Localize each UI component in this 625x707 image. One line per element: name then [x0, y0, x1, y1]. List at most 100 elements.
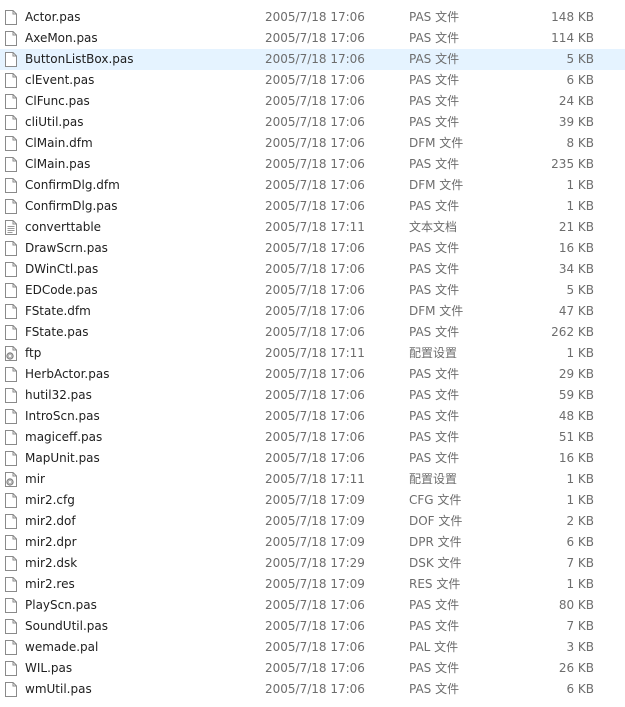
file-icon: [5, 136, 17, 151]
file-row[interactable]: ButtonListBox.pas 2005/7/18 17:06 PAS 文件 5 …: [0, 49, 625, 70]
file-icon: [5, 199, 17, 214]
file-name: wemade.pal: [25, 640, 99, 654]
file-icon: [5, 115, 17, 130]
file-row[interactable]: mir2.res 2005/7/18 17:09 RES 文件 1 KB: [0, 574, 625, 595]
file-size: 2 KB: [566, 514, 594, 528]
file-row[interactable]: PlayScn.pas 2005/7/18 17:06 PAS 文件 80 KB: [0, 595, 625, 616]
file-name: cliUtil.pas: [25, 115, 84, 129]
file-type: PAS 文件: [409, 451, 460, 465]
file-type: PAS 文件: [409, 199, 460, 213]
file-size: 47 KB: [558, 304, 594, 318]
file-row[interactable]: wmUtil.pas 2005/7/18 17:06 PAS 文件 6 KB: [0, 679, 625, 700]
file-row[interactable]: cliUtil.pas 2005/7/18 17:06 PAS 文件 39 KB: [0, 112, 625, 133]
file-row[interactable]: ClFunc.pas 2005/7/18 17:06 PAS 文件 24 KB: [0, 91, 625, 112]
file-icon: [5, 94, 17, 109]
file-name: ClMain.dfm: [25, 136, 93, 150]
file-size: 1 KB: [566, 493, 594, 507]
file-size: 8 KB: [566, 136, 594, 150]
file-row[interactable]: magiceff.pas 2005/7/18 17:06 PAS 文件 51 KB: [0, 427, 625, 448]
file-row[interactable]: ConfirmDlg.dfm 2005/7/18 17:06 DFM 文件 1 KB: [0, 175, 625, 196]
file-name: clEvent.pas: [25, 73, 95, 87]
file-type: PAS 文件: [409, 73, 460, 87]
file-row[interactable]: FState.dfm 2005/7/18 17:06 DFM 文件 47 KB: [0, 301, 625, 322]
file-date-modified: 2005/7/18 17:11: [265, 346, 365, 360]
file-size: 80 KB: [558, 598, 594, 612]
file-size: 48 KB: [558, 409, 594, 423]
file-date-modified: 2005/7/18 17:06: [265, 94, 365, 108]
file-icon: [5, 10, 17, 25]
file-row[interactable]: ClMain.pas 2005/7/18 17:06 PAS 文件 235 KB: [0, 154, 625, 175]
file-row[interactable]: mir2.dpr 2005/7/18 17:09 DPR 文件 6 KB: [0, 532, 625, 553]
file-date-modified: 2005/7/18 17:06: [265, 157, 365, 171]
file-row[interactable]: mir2.dof 2005/7/18 17:09 DOF 文件 2 KB: [0, 511, 625, 532]
file-row[interactable]: ftp 2005/7/18 17:11 配置设置 1 KB: [0, 343, 625, 364]
file-type: PAS 文件: [409, 115, 460, 129]
file-name: magiceff.pas: [25, 430, 103, 444]
file-name: PlayScn.pas: [25, 598, 97, 612]
file-icon: [5, 430, 17, 445]
file-name: DrawScrn.pas: [25, 241, 108, 255]
file-size: 3 KB: [566, 640, 594, 654]
file-row[interactable]: ConfirmDlg.pas 2005/7/18 17:06 PAS 文件 1 KB: [0, 196, 625, 217]
file-name: ClMain.pas: [25, 157, 91, 171]
file-size: 39 KB: [558, 115, 594, 129]
file-name: SoundUtil.pas: [25, 619, 108, 633]
file-date-modified: 2005/7/18 17:06: [265, 598, 365, 612]
file-row[interactable]: IntroScn.pas 2005/7/18 17:06 PAS 文件 48 KB: [0, 406, 625, 427]
file-name: hutil32.pas: [25, 388, 92, 402]
file-date-modified: 2005/7/18 17:06: [265, 283, 365, 297]
file-row[interactable]: SoundUtil.pas 2005/7/18 17:06 PAS 文件 7 KB: [0, 616, 625, 637]
file-name: ButtonListBox.pas: [25, 52, 134, 66]
file-icon: [5, 493, 17, 508]
file-type: PAS 文件: [409, 10, 460, 24]
file-row[interactable]: ClMain.dfm 2005/7/18 17:06 DFM 文件 8 KB: [0, 133, 625, 154]
file-icon: [5, 514, 17, 529]
file-row[interactable]: MapUnit.pas 2005/7/18 17:06 PAS 文件 16 KB: [0, 448, 625, 469]
file-row[interactable]: mir 2005/7/18 17:11 配置设置 1 KB: [0, 469, 625, 490]
file-type: PAS 文件: [409, 598, 460, 612]
file-row[interactable]: clEvent.pas 2005/7/18 17:06 PAS 文件 6 KB: [0, 70, 625, 91]
file-size: 235 KB: [551, 157, 594, 171]
file-icon: [5, 262, 17, 277]
file-type: RES 文件: [409, 577, 461, 591]
file-type: PAS 文件: [409, 325, 460, 339]
file-type: PAS 文件: [409, 94, 460, 108]
file-date-modified: 2005/7/18 17:06: [265, 262, 365, 276]
file-row[interactable]: FState.pas 2005/7/18 17:06 PAS 文件 262 KB: [0, 322, 625, 343]
file-icon: [5, 283, 17, 298]
file-date-modified: 2005/7/18 17:09: [265, 493, 365, 507]
file-type: PAS 文件: [409, 682, 460, 696]
file-type: CFG 文件: [409, 493, 462, 507]
file-row[interactable]: wemade.pal 2005/7/18 17:06 PAL 文件 3 KB: [0, 637, 625, 658]
file-type: PAS 文件: [409, 31, 460, 45]
file-icon: [5, 241, 17, 256]
file-row[interactable]: AxeMon.pas 2005/7/18 17:06 PAS 文件 114 KB: [0, 28, 625, 49]
file-date-modified: 2005/7/18 17:06: [265, 304, 365, 318]
file-size: 1 KB: [566, 199, 594, 213]
file-date-modified: 2005/7/18 17:06: [265, 136, 365, 150]
file-date-modified: 2005/7/18 17:29: [265, 556, 365, 570]
file-name: wmUtil.pas: [25, 682, 92, 696]
settings-file-icon: [5, 472, 17, 487]
file-row[interactable]: Actor.pas 2005/7/18 17:06 PAS 文件 148 KB: [0, 7, 625, 28]
file-row[interactable]: DrawScrn.pas 2005/7/18 17:06 PAS 文件 16 KB: [0, 238, 625, 259]
file-icon: [5, 304, 17, 319]
file-icon: [5, 367, 17, 382]
file-row[interactable]: hutil32.pas 2005/7/18 17:06 PAS 文件 59 KB: [0, 385, 625, 406]
file-row[interactable]: DWinCtl.pas 2005/7/18 17:06 PAS 文件 34 KB: [0, 259, 625, 280]
file-type: DFM 文件: [409, 304, 464, 318]
file-row[interactable]: EDCode.pas 2005/7/18 17:06 PAS 文件 5 KB: [0, 280, 625, 301]
file-name: HerbActor.pas: [25, 367, 110, 381]
file-size: 34 KB: [558, 262, 594, 276]
file-row[interactable]: HerbActor.pas 2005/7/18 17:06 PAS 文件 29 KB: [0, 364, 625, 385]
text-document-icon: [5, 220, 17, 235]
file-row[interactable]: mir2.dsk 2005/7/18 17:29 DSK 文件 7 KB: [0, 553, 625, 574]
file-date-modified: 2005/7/18 17:06: [265, 325, 365, 339]
file-date-modified: 2005/7/18 17:06: [265, 409, 365, 423]
file-type: PAS 文件: [409, 283, 460, 297]
file-name: mir2.dpr: [25, 535, 77, 549]
file-row[interactable]: WIL.pas 2005/7/18 17:06 PAS 文件 26 KB: [0, 658, 625, 679]
file-row[interactable]: converttable 2005/7/18 17:11 文本文档 21 KB: [0, 217, 625, 238]
file-row[interactable]: mir2.cfg 2005/7/18 17:09 CFG 文件 1 KB: [0, 490, 625, 511]
file-name: mir2.dof: [25, 514, 76, 528]
